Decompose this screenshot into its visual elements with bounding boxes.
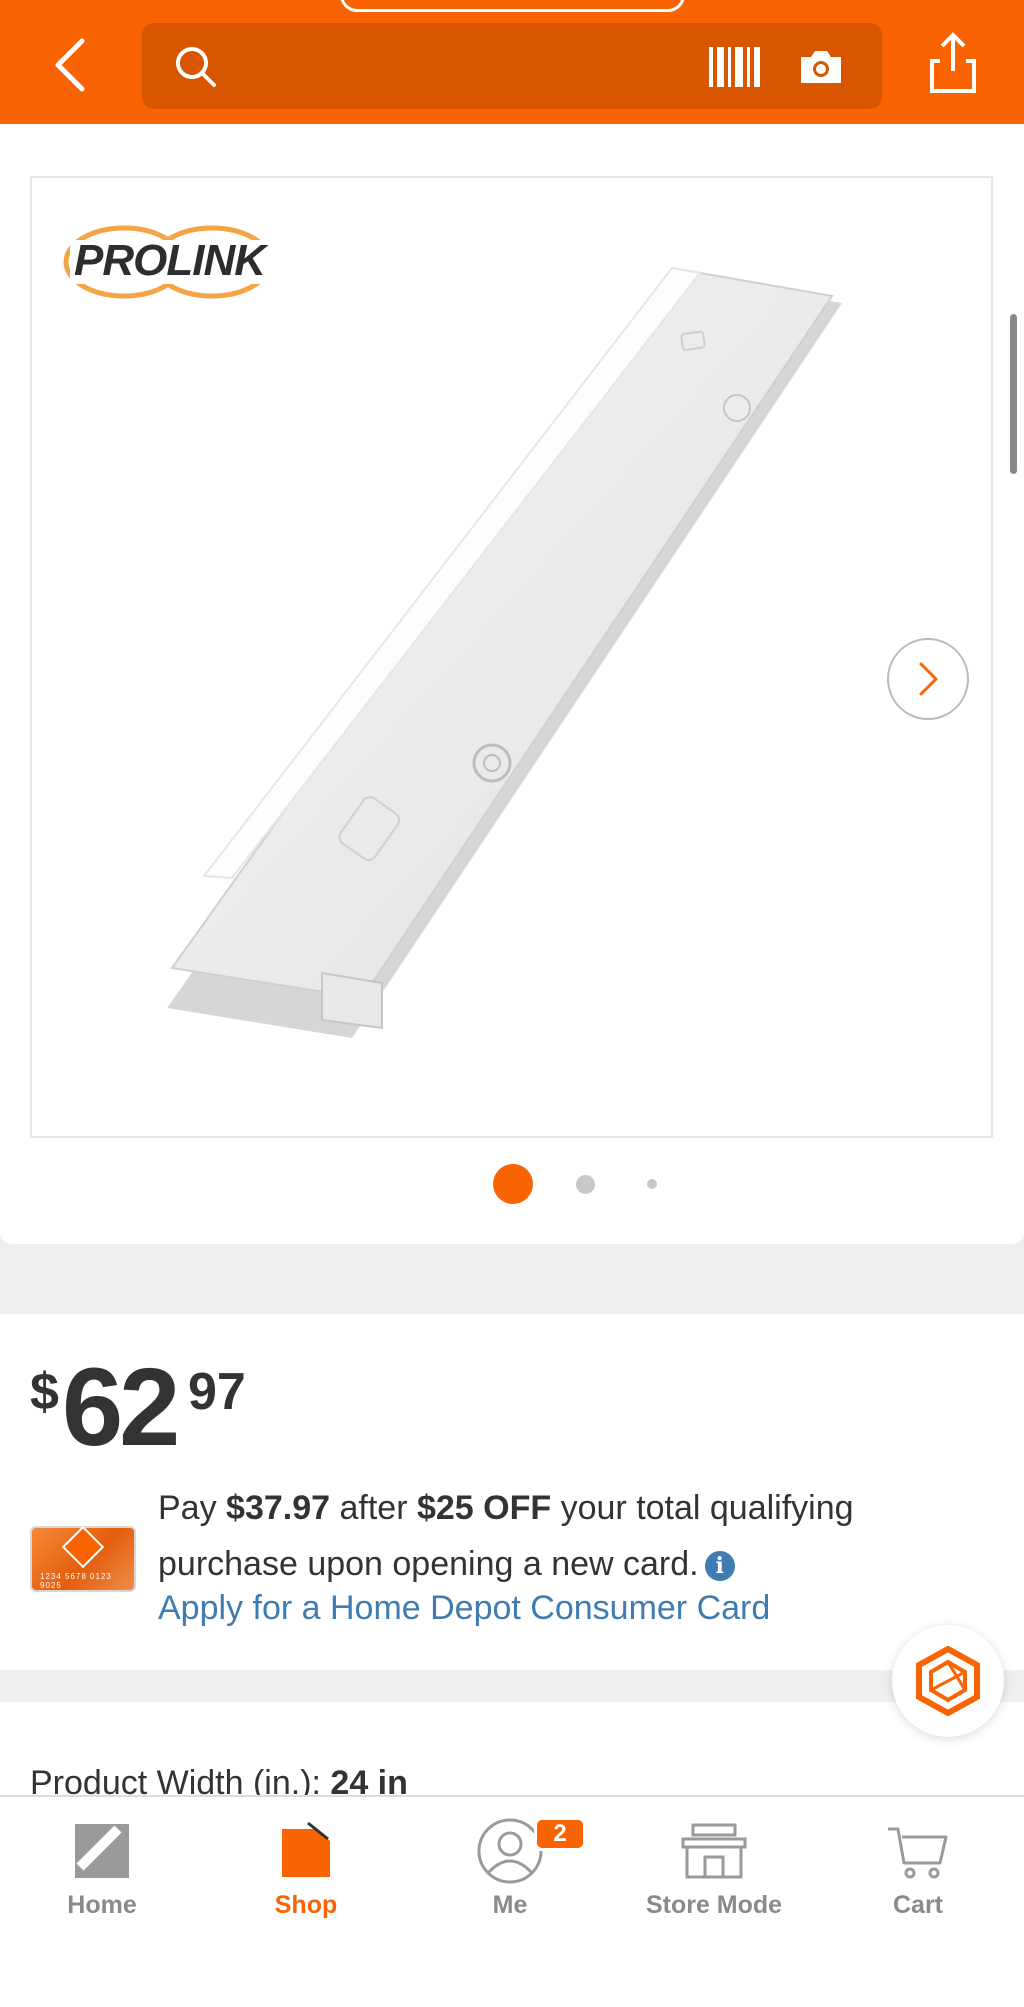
chevron-right-icon <box>919 662 938 696</box>
next-image-button[interactable] <box>887 638 969 720</box>
home-depot-logo-icon <box>75 1824 129 1878</box>
scrollbar[interactable] <box>1010 314 1017 474</box>
price-cents: 97 <box>188 1363 246 1421</box>
chevron-left-icon <box>55 38 85 92</box>
chat-assistant-button[interactable] <box>892 1625 1004 1737</box>
nav-label: Home <box>67 1891 137 1919</box>
specifications-section: Product Width (in.): 24 in <box>0 1702 1024 1802</box>
price-currency: $ <box>30 1363 59 1421</box>
search-input[interactable] <box>142 23 882 109</box>
nav-shop[interactable]: Shop <box>204 1797 408 1947</box>
promo-text-part: after <box>330 1489 417 1527</box>
nav-label: Store Mode <box>645 1891 783 1919</box>
nav-store-mode[interactable]: Store Mode <box>612 1797 816 1947</box>
hexagon-assistant-icon <box>916 1646 980 1716</box>
nav-me[interactable]: 2 Me <box>408 1797 612 1947</box>
promo-text: Pay $37.97 after $25 OFF your total qual… <box>158 1480 998 1592</box>
product-gallery: PROLINK <box>0 124 1024 1244</box>
price-dollars: 62 <box>62 1346 180 1469</box>
store-icon <box>681 1823 747 1879</box>
credit-card-image: 1234 5678 0123 9025 <box>30 1525 136 1592</box>
barcode-scan-icon[interactable] <box>707 45 763 89</box>
card-number: 1234 5678 0123 9025 <box>40 1572 112 1590</box>
pagination-dot[interactable] <box>647 1179 657 1189</box>
pagination-dot[interactable] <box>576 1175 595 1194</box>
back-button[interactable] <box>40 30 100 100</box>
under-cabinet-light-illustration <box>167 266 842 1038</box>
top-bar <box>0 0 1024 124</box>
pagination-dot-active[interactable] <box>493 1164 533 1204</box>
nav-label: Me <box>492 1891 528 1919</box>
promo-text-part: Pay <box>158 1489 227 1527</box>
bottom-navigation: Home Shop 2 Me Store Mode Cart <box>0 1795 1024 2007</box>
price-section: $ 62 97 1234 5678 0123 9025 Pay $37.97 a… <box>0 1314 1024 1670</box>
apply-card-link[interactable]: Apply for a Home Depot Consumer Card <box>158 1580 770 1636</box>
cart-icon <box>888 1827 948 1879</box>
notification-badge: 2 <box>534 1817 586 1851</box>
search-icon <box>176 47 216 87</box>
camera-icon[interactable] <box>797 47 845 87</box>
status-notch <box>340 0 685 12</box>
info-icon[interactable]: i <box>704 1551 735 1581</box>
promo-discount: $25 OFF <box>416 1489 552 1527</box>
nav-home[interactable]: Home <box>0 1797 204 1947</box>
home-depot-logo-icon <box>61 1525 105 1569</box>
share-button[interactable] <box>920 28 986 98</box>
nav-cart[interactable]: Cart <box>816 1797 1020 1947</box>
shop-icon <box>282 1821 330 1877</box>
nav-label: Shop <box>274 1891 338 1919</box>
nav-label: Cart <box>892 1891 943 1919</box>
promo-pay-amount: $37.97 <box>226 1489 331 1527</box>
image-pagination <box>0 1164 1024 1204</box>
product-image[interactable]: PROLINK <box>30 176 993 1138</box>
share-icon <box>930 32 976 93</box>
